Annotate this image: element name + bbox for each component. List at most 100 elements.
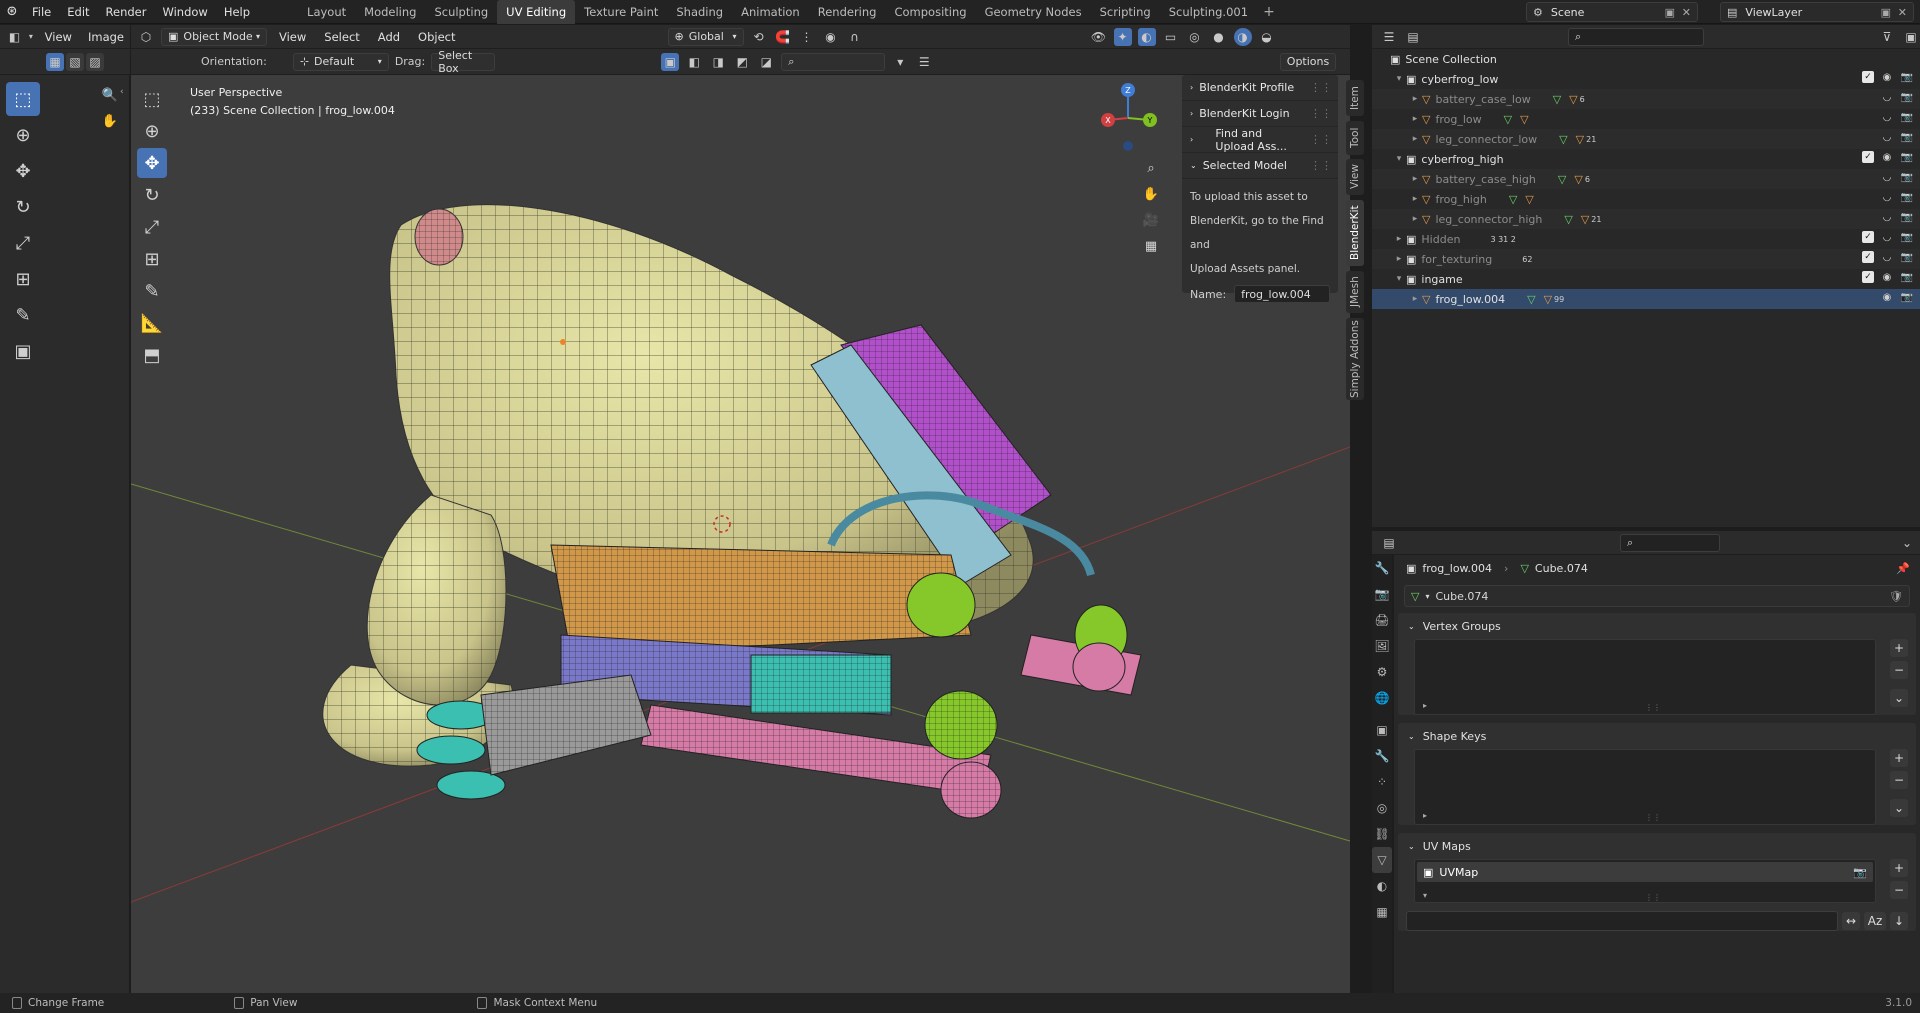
select-mode-extend-icon[interactable]: ◧ [685, 53, 703, 71]
blender-logo-icon[interactable]: ⊛ [0, 0, 24, 24]
selected-model-row[interactable]: ⌄ Selected Model ⋮⋮ [1182, 153, 1338, 179]
outliner-row[interactable]: ▾ ▣ cyberfrog_low ✓ ◉ 📷 [1372, 69, 1920, 89]
render-camera-icon[interactable]: 📷 [1900, 231, 1914, 245]
remove-shape-key-button[interactable]: − [1890, 771, 1908, 789]
invert-filter-icon[interactable]: ↔ [1842, 912, 1860, 930]
resize-grip-icon[interactable]: ⋮⋮ [1645, 703, 1661, 712]
annotate-tool-icon[interactable]: ✎ [137, 276, 167, 306]
snap-target-icon[interactable]: ⋮ [798, 28, 816, 46]
editor-type-icon[interactable]: ☰ [1380, 28, 1398, 46]
neg-z-handle[interactable] [1123, 141, 1133, 151]
orientation-dropdown[interactable]: ⊹ Default ▾ [292, 52, 389, 71]
visibility-eye-icon[interactable]: ◉ [1880, 271, 1894, 285]
drag-handle-icon[interactable]: ⋮⋮ [1310, 133, 1332, 146]
render-camera-icon[interactable]: 📷 [1900, 291, 1914, 305]
texture-properties-icon[interactable]: ▦ [1372, 899, 1392, 925]
pivot-icon[interactable]: ⟲ [750, 28, 768, 46]
material-shading-icon[interactable]: ◑ [1233, 27, 1252, 46]
modifier-icon[interactable]: ▽ [1525, 193, 1533, 206]
3d-viewport[interactable] [131, 75, 1350, 993]
exclude-checkbox[interactable]: ✓ [1862, 251, 1874, 263]
overlay-toggle-icon[interactable]: ◐ [1137, 27, 1156, 46]
visibility-eye-icon[interactable]: ◉ [1880, 151, 1894, 165]
annotate-tool-icon[interactable]: ✎ [6, 298, 40, 332]
transform-tool-icon[interactable]: ⊞ [6, 262, 40, 296]
active-render-camera-icon[interactable]: 📷 [1853, 866, 1867, 879]
solid-shading-icon[interactable]: ● [1210, 28, 1228, 46]
visibility-eye-icon[interactable]: ◡ [1880, 131, 1894, 145]
sort-alpha-button[interactable]: Az [1864, 912, 1886, 930]
tab-layout[interactable]: Layout [298, 0, 355, 24]
snap-icon[interactable]: 🧲 [774, 28, 792, 46]
expand-toggle-icon[interactable]: ▾ [1392, 74, 1406, 84]
face-select-icon[interactable]: ▨ [86, 52, 104, 71]
vp-menu-add[interactable]: Add [372, 25, 406, 49]
expand-icon[interactable]: ▸ [1423, 811, 1427, 820]
filter-icon[interactable]: ⊽ [1878, 28, 1896, 46]
object-properties-icon[interactable]: ▣ [1372, 717, 1392, 743]
mesh-data-icon[interactable]: ▽ [1509, 193, 1517, 206]
blenderkit-login-row[interactable]: › BlenderKit Login ⋮⋮ [1182, 101, 1338, 127]
vp-menu-object[interactable]: Object [412, 25, 461, 49]
expand-toggle-icon[interactable]: ▸ [1408, 214, 1422, 224]
menu-window[interactable]: Window [154, 0, 215, 24]
cursor-tool-icon[interactable]: ⊕ [137, 116, 167, 146]
visibility-icon[interactable]: 👁 [1090, 28, 1108, 46]
shape-keys-header[interactable]: ⌄ Shape Keys [1398, 723, 1916, 749]
scene-properties-icon[interactable]: ⚙ [1372, 659, 1392, 685]
mesh-data-icon[interactable]: ▽ [1527, 293, 1535, 306]
name-input[interactable]: frog_low.004 [1234, 285, 1330, 303]
falloff-icon[interactable]: ∩ [846, 28, 864, 46]
drag-handle-icon[interactable]: ⋮⋮ [1310, 159, 1332, 172]
uvmap-filter-input[interactable] [1406, 911, 1838, 931]
vertex-select-icon[interactable]: ▦ [46, 52, 64, 71]
add-vertex-group-button[interactable]: + [1890, 639, 1908, 657]
chevron-down-icon[interactable]: ▾ [27, 28, 35, 46]
collapse-arrow-icon[interactable]: ‹ [120, 87, 124, 97]
tab-geometry-nodes[interactable]: Geometry Nodes [976, 0, 1091, 24]
visibility-eye-icon[interactable]: ◡ [1880, 231, 1894, 245]
chevron-down-icon[interactable]: ▾ [891, 53, 909, 71]
gizmo-toggle-icon[interactable]: ✦ [1113, 27, 1132, 46]
tab-shading[interactable]: Shading [667, 0, 732, 24]
render-camera-icon[interactable]: 📷 [1900, 151, 1914, 165]
select-tool-icon[interactable]: ⬚ [6, 82, 40, 116]
menu-render[interactable]: Render [98, 0, 155, 24]
visibility-eye-icon[interactable]: ◡ [1880, 251, 1894, 265]
mode-selector[interactable]: ▣ Object Mode ▾ [161, 27, 267, 46]
exclude-checkbox[interactable]: ✓ [1862, 71, 1874, 83]
add-workspace-button[interactable]: + [1257, 0, 1281, 24]
resize-grip-icon[interactable]: ⋮⋮ [1645, 893, 1661, 902]
view-layer-properties-icon[interactable]: 🖼 [1372, 633, 1392, 659]
outliner-row[interactable]: ▾ ▣ ingame ✓ ◉ 📷 [1372, 269, 1920, 289]
chevron-down-icon[interactable]: ⌄ [1898, 534, 1916, 552]
visibility-eye-icon[interactable]: ◡ [1880, 171, 1894, 185]
tab-blenderkit[interactable]: BlenderKit [1346, 200, 1364, 266]
tab-compositing[interactable]: Compositing [885, 0, 975, 24]
vertex-groups-header[interactable]: ⌄ Vertex Groups [1398, 613, 1916, 639]
cursor-tool-icon[interactable]: ⊕ [6, 118, 40, 152]
tab-simply-addons[interactable]: Simply Addons [1346, 318, 1364, 400]
expand-toggle-icon[interactable]: ▸ [1408, 294, 1422, 304]
modifier-icon[interactable]: ▽ [1574, 173, 1582, 186]
tool-properties-icon[interactable]: 🔧 [1372, 555, 1392, 581]
tab-item[interactable]: Item [1346, 80, 1364, 116]
close-view-layer-icon[interactable]: ✕ [1898, 6, 1907, 19]
constraints-properties-icon[interactable]: ⛓ [1372, 821, 1392, 847]
pan-hand-icon[interactable]: ✋ [100, 111, 120, 131]
mesh-data-icon[interactable]: ▽ [1558, 173, 1566, 186]
rotate-tool-icon[interactable]: ↻ [6, 190, 40, 224]
grab-tool-icon[interactable]: ▣ [6, 334, 40, 368]
fake-user-icon[interactable]: 🛡 [1889, 590, 1903, 603]
outliner-row[interactable]: ▸ ▽ leg_connector_high ▽ ▽ 21 ◡ 📷 [1372, 209, 1920, 229]
remove-vertex-group-button[interactable]: − [1890, 661, 1908, 679]
outliner-row[interactable]: ▸ ▽ frog_low ▽ ▽ ◡ 📷 [1372, 109, 1920, 129]
vertex-groups-list[interactable]: ▸ ⋮⋮ [1414, 639, 1876, 715]
outliner-search-input[interactable]: ⌕ [1568, 27, 1704, 46]
tab-uv-editing[interactable]: UV Editing [497, 0, 576, 24]
pin-icon[interactable]: 📌 [1896, 562, 1910, 575]
select-mode-new-icon[interactable]: ▣ [661, 52, 680, 71]
outliner-row[interactable]: ▸ ▽ frog_high ▽ ▽ ◡ 📷 [1372, 189, 1920, 209]
expand-toggle-icon[interactable]: ▾ [1392, 274, 1406, 284]
menu-help[interactable]: Help [216, 0, 258, 24]
